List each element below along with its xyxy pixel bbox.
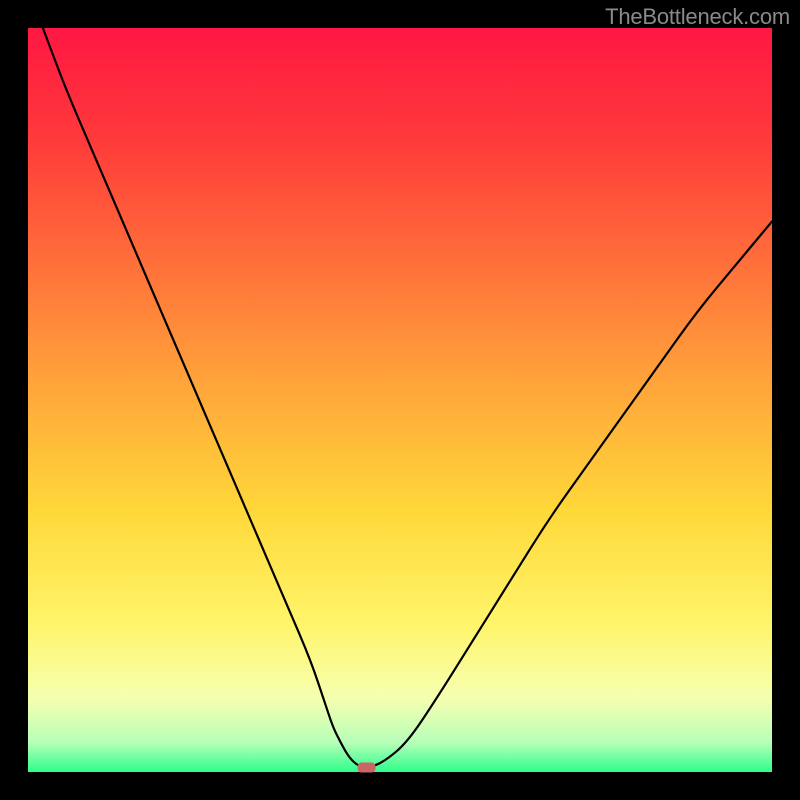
bottleneck-chart: TheBottleneck.com [0, 0, 800, 800]
plot-background [28, 28, 772, 772]
watermark-text: TheBottleneck.com [605, 4, 790, 30]
optimal-marker [358, 763, 376, 773]
chart-canvas [0, 0, 800, 800]
